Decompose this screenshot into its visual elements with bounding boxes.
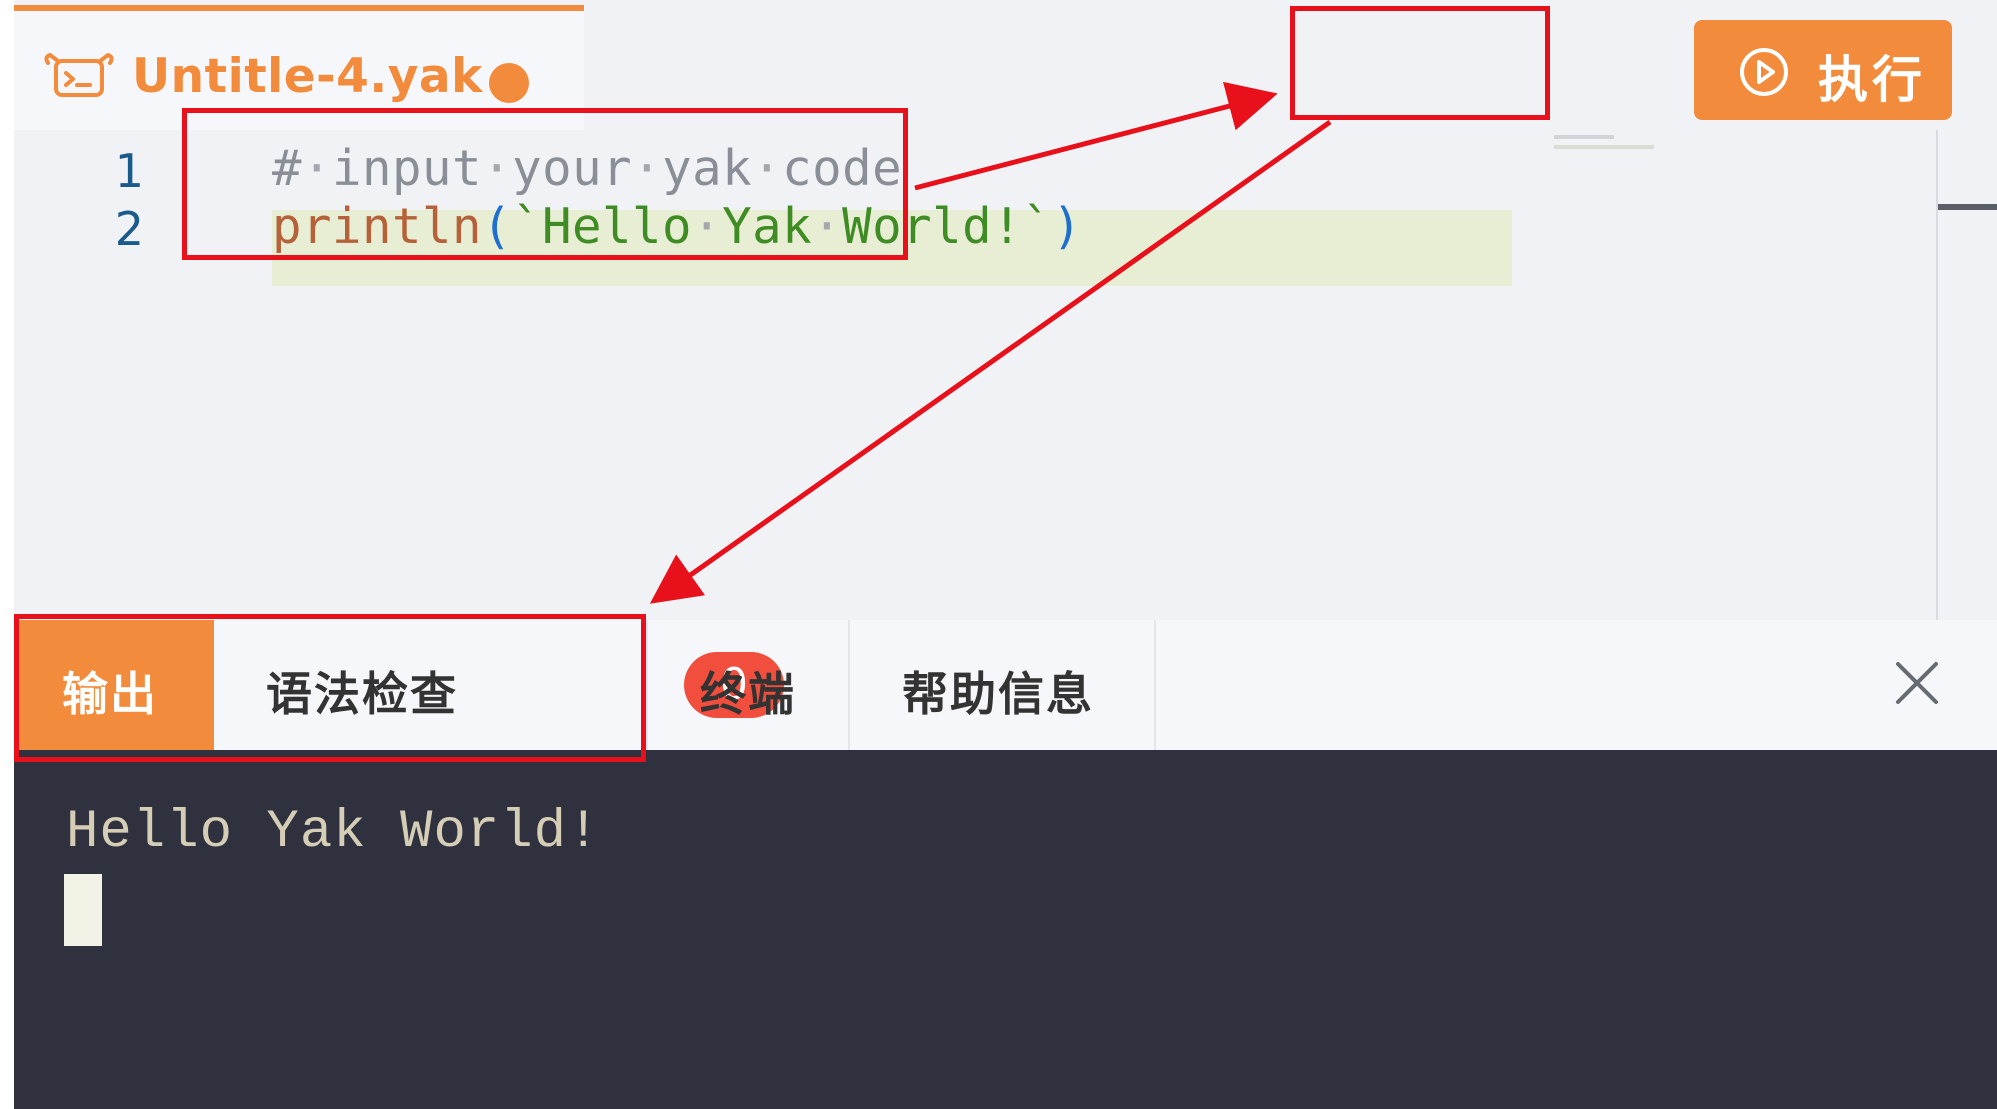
string-token: Yak [722, 198, 813, 255]
code-line-1[interactable]: #·input·your·yak·code [272, 140, 902, 197]
whitespace-dot: · [812, 198, 843, 255]
comment-token: your [512, 140, 633, 197]
tab-output-label: 输出 [62, 667, 158, 721]
comment-token: code [782, 140, 903, 197]
tab-syntax-check[interactable]: 语法检查 0 [214, 620, 784, 750]
editor-tab-bar: Untitle-4.yak 执行 [14, 0, 1997, 130]
output-panel-tabs: 输出 语法检查 0 终端 帮助信息 [14, 620, 1997, 750]
tab-divider [1154, 620, 1156, 750]
file-tab-title: Untitle-4.yak [132, 49, 483, 104]
line-number: 1 [114, 144, 144, 198]
terminal-output-text: Hello Yak World! [66, 802, 601, 863]
line-number: 2 [114, 202, 144, 256]
comment-token: # [272, 140, 303, 197]
tab-help[interactable]: 帮助信息 [850, 620, 1154, 750]
terminal-cursor [64, 874, 102, 946]
string-token: World!` [842, 198, 1053, 255]
string-token: `Hello [512, 198, 693, 255]
whitespace-dot: · [302, 140, 333, 197]
minimap-line [1554, 145, 1654, 149]
code-line-2[interactable]: println(`Hello·Yak·World!`) [272, 198, 1082, 255]
whitespace-dot: · [482, 140, 513, 197]
yak-file-icon [44, 53, 114, 97]
yak-editor-app: Untitle-4.yak 执行 1 2 #·input·your·yak·co… [14, 0, 1997, 1109]
file-tab[interactable]: Untitle-4.yak [14, 5, 584, 130]
tab-output[interactable]: 输出 [14, 620, 214, 750]
close-icon[interactable] [1894, 660, 1940, 706]
terminal-output[interactable]: Hello Yak World! [14, 750, 1997, 1109]
paren-token: ( [482, 198, 513, 255]
run-button[interactable]: 执行 [1694, 20, 1952, 120]
comment-token: yak [662, 140, 753, 197]
comment-token: input [332, 140, 483, 197]
code-editor[interactable]: 1 2 #·input·your·yak·code println(`Hello… [14, 130, 1997, 620]
tab-syntax-check-label: 语法检查 [266, 667, 458, 721]
unsaved-indicator [489, 63, 529, 103]
minimap-line [1554, 135, 1614, 139]
paren-token: ) [1052, 198, 1083, 255]
whitespace-dot: · [632, 140, 663, 197]
whitespace-dot: · [692, 198, 723, 255]
run-button-label: 执行 [1818, 51, 1926, 109]
play-circle-icon [1740, 48, 1788, 96]
function-token: println [272, 198, 483, 255]
tab-terminal-label: 终端 [700, 667, 796, 721]
whitespace-dot: · [752, 140, 783, 197]
editor-scrollbar-marker [1938, 204, 1997, 210]
tab-terminal[interactable]: 终端 [648, 620, 848, 750]
tab-help-label: 帮助信息 [902, 667, 1094, 721]
minimap[interactable] [1534, 135, 1654, 159]
